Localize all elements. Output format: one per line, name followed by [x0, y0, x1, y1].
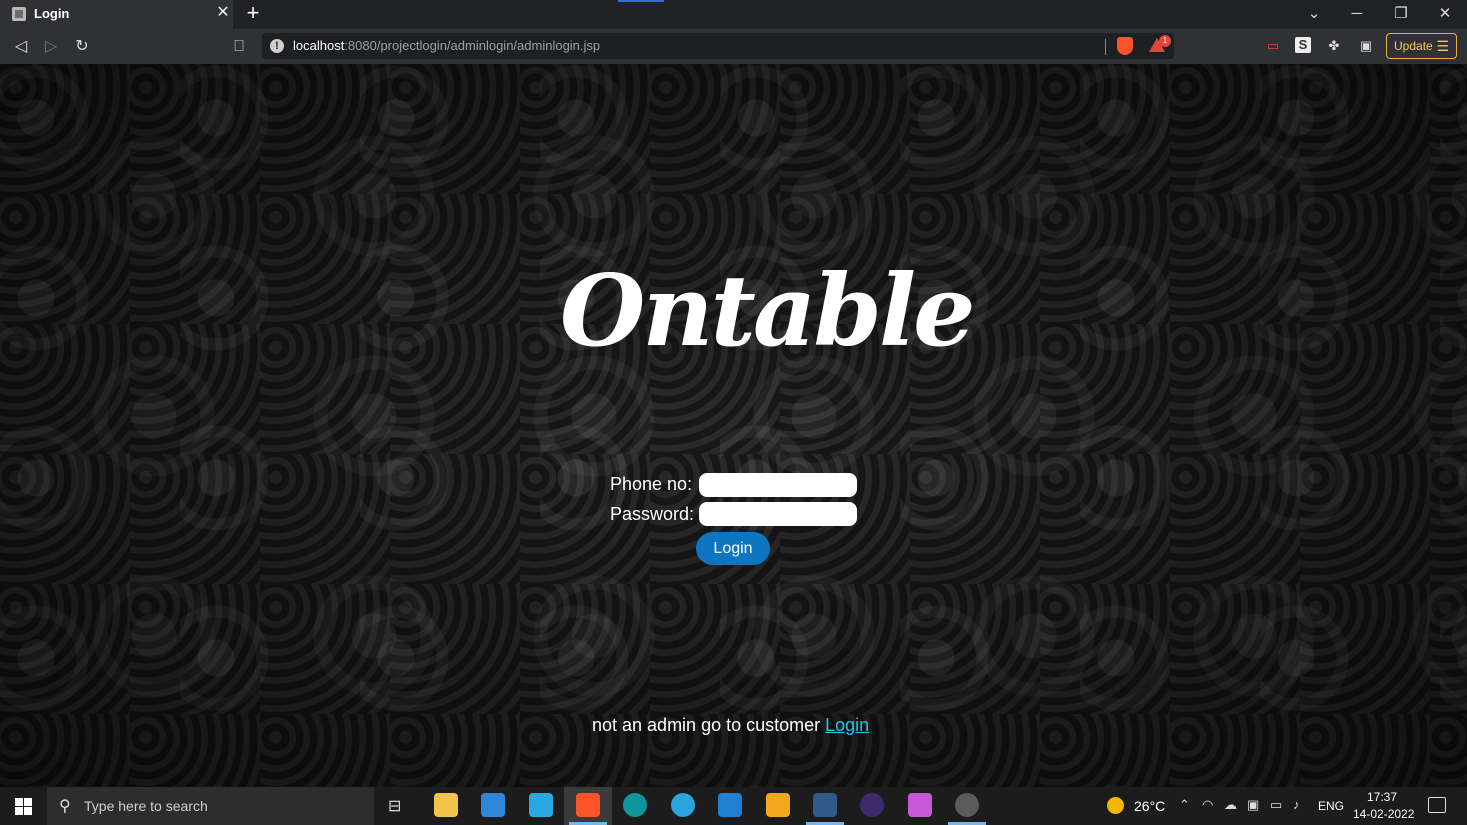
- volume-icon[interactable]: ♪: [1293, 797, 1300, 812]
- language-indicator[interactable]: ENG: [1318, 799, 1344, 813]
- page-content: Ontable Phone no: Password: Login not an…: [0, 64, 1467, 787]
- restore-icon[interactable]: ❐: [1386, 3, 1416, 25]
- search-icon: ⚲: [59, 798, 71, 815]
- close-window-icon[interactable]: ✕: [1430, 3, 1460, 25]
- page-favicon-icon: [12, 7, 26, 21]
- phone-input[interactable]: [699, 473, 857, 497]
- notification-icon[interactable]: [1428, 797, 1446, 813]
- close-tab-icon[interactable]: ✕: [214, 4, 232, 22]
- rewards-badge: 1: [1159, 35, 1171, 47]
- footer-text: not an admin go to customer: [592, 715, 826, 735]
- security-icon[interactable]: ▣: [1247, 797, 1259, 813]
- arduino-icon[interactable]: [623, 793, 647, 817]
- l-app-icon[interactable]: [529, 793, 553, 817]
- address-bar[interactable]: ! localhost:8080/projectlogin/adminlogin…: [262, 33, 1174, 59]
- update-button[interactable]: Update ☰: [1386, 33, 1457, 59]
- browser-tab[interactable]: Login ✕: [0, 0, 233, 29]
- weather-sun-icon[interactable]: [1107, 797, 1124, 814]
- file-explorer-icon[interactable]: [434, 793, 458, 817]
- tab-strip: Login ✕ + ⌄ ─ ❐ ✕: [0, 0, 1467, 29]
- telegram-icon[interactable]: [671, 793, 695, 817]
- back-icon[interactable]: ◁: [10, 36, 32, 58]
- login-button[interactable]: Login: [696, 532, 770, 565]
- taskbar-search[interactable]: ⚲ Type here to search: [47, 787, 374, 825]
- brave-browser-icon[interactable]: [576, 793, 600, 817]
- customer-login-note: not an admin go to customer Login: [592, 715, 869, 736]
- site-info-icon[interactable]: !: [270, 39, 284, 53]
- password-label: Password:: [610, 504, 695, 524]
- clock-time[interactable]: 17:37: [1367, 790, 1397, 804]
- forward-icon[interactable]: ▷: [40, 36, 62, 58]
- tray-chevron-icon[interactable]: ⌃: [1179, 797, 1190, 813]
- background-pattern: [0, 64, 1467, 787]
- update-label: Update: [1394, 39, 1433, 53]
- url-host: localhost: [293, 38, 345, 53]
- search-placeholder: Type here to search: [84, 798, 208, 814]
- loading-indicator: [618, 0, 664, 2]
- bookmark-icon[interactable]: ⎕: [228, 36, 250, 58]
- copy-app-icon[interactable]: [766, 793, 790, 817]
- tab-title: Login: [34, 6, 70, 21]
- wallet-icon[interactable]: ▣: [1357, 37, 1375, 55]
- task-view-icon[interactable]: ⊟: [388, 796, 401, 816]
- onedrive-cloud-icon[interactable]: ☁: [1224, 797, 1237, 813]
- url-text[interactable]: localhost:8080/projectlogin/adminlogin/a…: [293, 38, 600, 53]
- browser-toolbar: ◁ ▷ ↻ ⎕ ! localhost:8080/projectlogin/ad…: [0, 29, 1467, 64]
- wifi-icon[interactable]: ◠: [1202, 797, 1213, 813]
- url-separator: [1105, 39, 1106, 55]
- brave-shields-icon[interactable]: [1117, 37, 1133, 55]
- temperature[interactable]: 26°C: [1134, 798, 1165, 814]
- mail-icon[interactable]: [481, 793, 505, 817]
- customer-login-link[interactable]: Login: [825, 715, 869, 735]
- password-input[interactable]: [699, 502, 857, 526]
- cube-app-icon[interactable]: [908, 793, 932, 817]
- menu-icon: ☰: [1436, 38, 1449, 54]
- battery-icon[interactable]: ▭: [1270, 797, 1282, 813]
- clock-date[interactable]: 14-02-2022: [1353, 807, 1414, 821]
- extension-s-icon[interactable]: S: [1295, 37, 1311, 53]
- url-path: :8080/projectlogin/adminlogin/adminlogin…: [344, 38, 601, 53]
- extensions-puzzle-icon[interactable]: ✤: [1325, 37, 1343, 55]
- minimize-icon[interactable]: ─: [1342, 3, 1372, 25]
- new-tab-button[interactable]: +: [243, 2, 263, 24]
- app-window-icon[interactable]: [813, 793, 837, 817]
- settings-gear-icon[interactable]: [955, 793, 979, 817]
- reload-icon[interactable]: ↻: [71, 36, 93, 58]
- vscode-icon[interactable]: [718, 793, 742, 817]
- windows-start-icon[interactable]: [0, 787, 46, 825]
- phone-label: Phone no:: [610, 474, 693, 494]
- tab-search-chevron-icon[interactable]: ⌄: [1299, 3, 1329, 25]
- site-logo: Ontable: [560, 254, 976, 369]
- eclipse-icon[interactable]: [860, 793, 884, 817]
- taskbar: ⚲ Type here to search ⊟ 26°C ⌃ ◠ ☁ ▣ ▭ ♪…: [0, 787, 1467, 825]
- cast-icon[interactable]: ▭: [1264, 37, 1282, 55]
